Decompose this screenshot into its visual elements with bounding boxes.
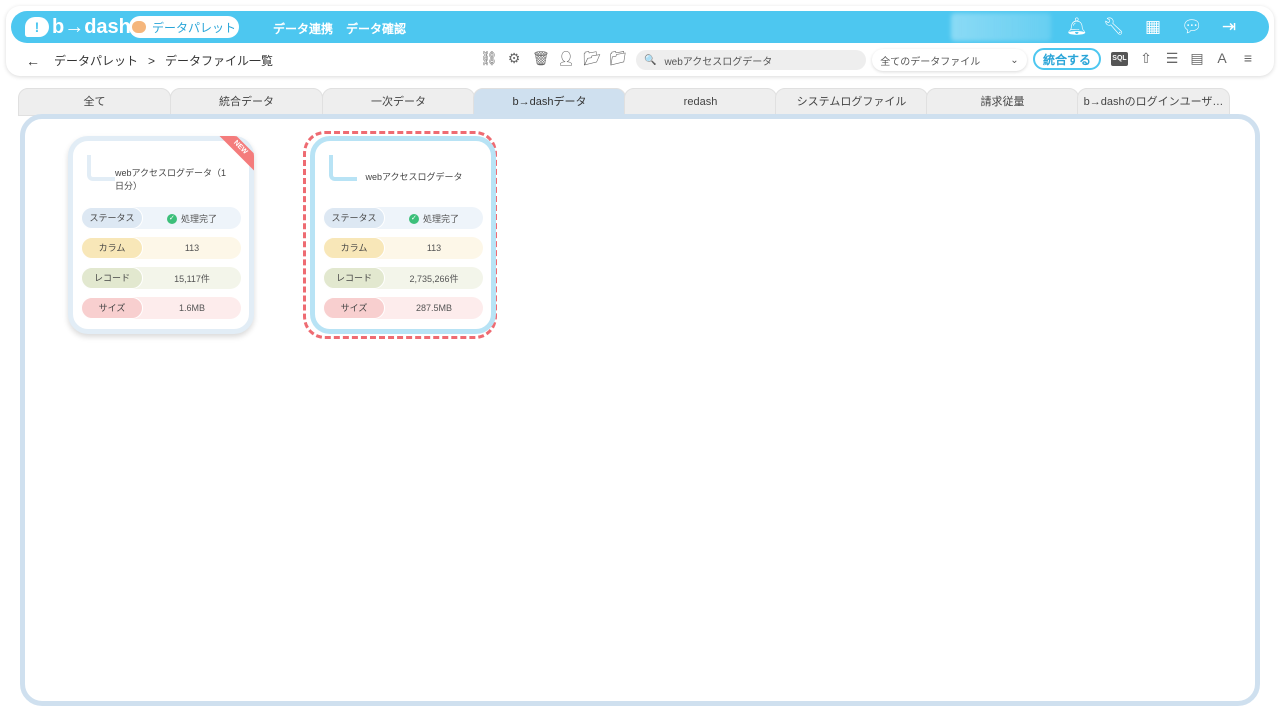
file-filter-select[interactable]: 全てのデータファイル ⌄ <box>872 49 1027 71</box>
file-filter-value: 全てのデータファイル <box>880 56 981 68</box>
status-label: ステータス <box>81 207 143 229</box>
size-row: サイズ 287.5MB <box>323 297 483 319</box>
logout-icon[interactable]: ⇥ <box>1219 17 1239 37</box>
tab-system-log[interactable]: システムログファイル <box>775 88 928 116</box>
category-tabs: 全て 統合データ 一次データ b→dashデータ redash システムログファ… <box>18 88 1230 116</box>
search-box[interactable]: 🔍 <box>636 50 866 70</box>
chat-icon[interactable]: 💬︎ <box>1181 17 1203 37</box>
search-icon: 🔍 <box>644 54 657 66</box>
status-label: ステータス <box>323 207 385 229</box>
column-label: カラム <box>81 237 143 259</box>
record-value: 2,735,266件 <box>409 273 459 284</box>
breadcrumb: ← データパレット > データファイル一覧 <box>26 52 273 69</box>
card-title: webアクセスログデータ <box>365 172 463 182</box>
breadcrumb-item-file-list: データファイル一覧 <box>165 54 274 68</box>
bell-icon[interactable]: 🔔︎ <box>1066 17 1088 37</box>
status-row: ステータス ✓ 処理完了 <box>323 207 483 229</box>
sql-icon[interactable]: SQL <box>1111 52 1128 66</box>
size-label: サイズ <box>323 297 385 319</box>
column-row: カラム 113 <box>81 237 241 259</box>
folder-move-icon[interactable]: 📂︎ <box>583 50 601 66</box>
size-value: 1.6MB <box>178 303 205 313</box>
grid-icon[interactable]: ▦ <box>1143 17 1163 37</box>
folder-add-icon[interactable]: 📁︎ <box>609 50 627 66</box>
sort-az-icon[interactable]: A <box>1214 50 1230 66</box>
record-row: レコード 2,735,266件 <box>323 267 483 289</box>
tab-all[interactable]: 全て <box>18 88 171 116</box>
tab-login-users[interactable]: b→dashのログインユーザ… <box>1077 88 1230 116</box>
upload-icon[interactable]: ⇧ <box>1138 50 1154 66</box>
list-view-icon[interactable]: ≡ <box>1240 50 1256 66</box>
search-input[interactable] <box>664 54 855 66</box>
back-arrow-icon[interactable]: ← <box>26 53 40 69</box>
tab-redash[interactable]: redash <box>624 88 777 116</box>
status-row: ステータス ✓ 処理完了 <box>81 207 241 229</box>
logo-mark: ! <box>25 17 49 37</box>
nav-data-confirm[interactable]: データ確認 <box>346 20 406 37</box>
file-icon <box>329 155 357 181</box>
status-value: ✓ 処理完了 <box>385 212 483 225</box>
user-info-blurred <box>951 13 1051 41</box>
chevron-down-icon: ⌄ <box>1010 54 1019 66</box>
bdash-logo[interactable]: ! b→dash <box>25 16 131 38</box>
column-value: 113 <box>184 243 200 253</box>
file-icon <box>87 155 115 181</box>
check-icon: ✓ <box>166 214 177 225</box>
check-icon: ✓ <box>408 214 419 225</box>
column-row: カラム 113 <box>323 237 483 259</box>
record-row: レコード 15,117件 <box>81 267 241 289</box>
record-label: レコード <box>323 267 385 289</box>
top-navigation-bar: ! b→dash データパレット データ連携 データ確認 🔔︎ 🔧︎ ▦ 💬︎ … <box>11 11 1269 43</box>
tab-bdash-data[interactable]: b→dashデータ <box>473 88 626 116</box>
data-file-card-selected[interactable]: webアクセスログデータ ステータス ✓ 処理完了 カラム 113 レコード 2,… <box>310 136 496 334</box>
breadcrumb-separator: > <box>148 53 156 68</box>
size-value: 287.5MB <box>415 303 453 313</box>
network-icon[interactable]: ⛓ <box>480 50 498 66</box>
detail-view-icon[interactable]: ▤ <box>1189 50 1205 66</box>
card-title: webアクセスログデータ（1日分） <box>115 168 227 191</box>
tab-primary-data[interactable]: 一次データ <box>322 88 475 116</box>
wrench-icon[interactable]: 🔧︎ <box>1103 17 1125 37</box>
record-label: レコード <box>81 267 143 289</box>
data-file-card[interactable]: NEW webアクセスログデータ（1日分） ステータス ✓ 処理完了 カラム 11… <box>68 136 254 334</box>
tab-billing[interactable]: 請求従量 <box>926 88 1079 116</box>
nav-data-integration[interactable]: データ連携 <box>273 20 333 37</box>
palette-icon <box>131 21 146 33</box>
data-palette-label: データパレット <box>151 20 236 35</box>
record-value: 15,117件 <box>174 273 210 284</box>
merge-button[interactable]: 統合する <box>1033 48 1101 70</box>
column-value: 113 <box>426 243 442 253</box>
status-value: ✓ 処理完了 <box>143 212 241 225</box>
trash-icon[interactable]: 🗑︎ <box>532 50 550 66</box>
logo-text: b→dash <box>52 15 131 38</box>
data-palette-button[interactable]: データパレット <box>129 16 239 38</box>
breadcrumb-item-palette[interactable]: データパレット <box>54 52 138 69</box>
size-row: サイズ 1.6MB <box>81 297 241 319</box>
gear-icon[interactable]: ⚙ <box>506 50 522 66</box>
filter-list-icon[interactable]: ☰ <box>1164 50 1180 66</box>
tab-integrated-data[interactable]: 統合データ <box>170 88 323 116</box>
size-label: サイズ <box>81 297 143 319</box>
column-label: カラム <box>323 237 385 259</box>
user-check-icon[interactable]: 👤︎ <box>557 50 575 66</box>
